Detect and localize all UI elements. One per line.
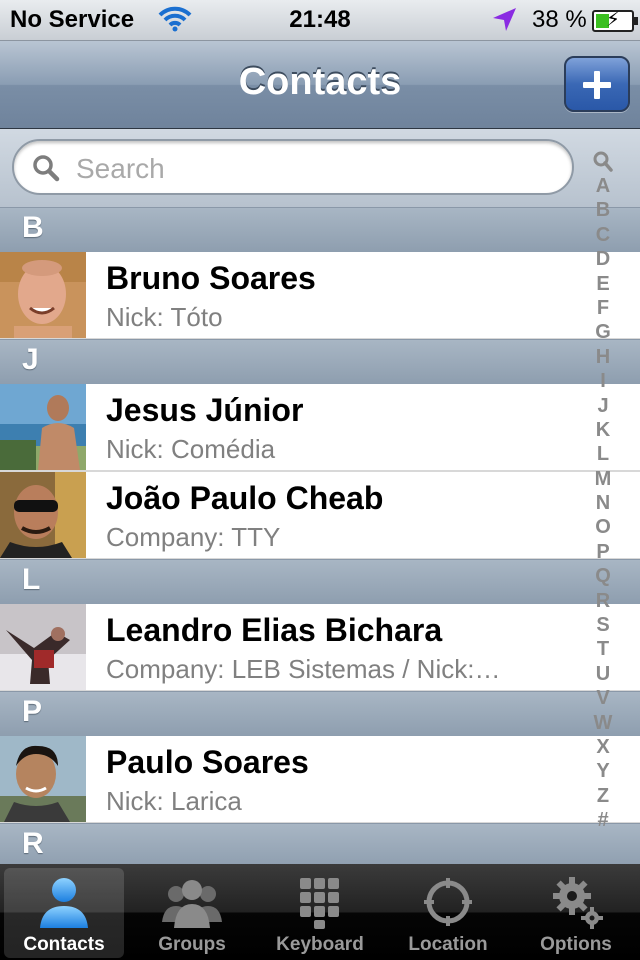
search-field[interactable] [12,139,574,195]
tab-bar: Contacts Groups Keyboard Location Option… [0,864,640,960]
crosshair-icon [424,878,472,926]
contact-name: Jesus Júnior [106,392,304,428]
index-letter[interactable]: S [588,613,618,637]
battery-percent: 38 % [532,6,587,33]
section-letter: J [22,343,39,376]
page-title: Contacts [238,61,402,103]
index-letter[interactable]: N [588,491,618,515]
index-letter[interactable]: L [588,442,618,466]
index-letter[interactable]: F [588,296,618,320]
section-header-j: J [0,339,640,384]
contact-name: João Paulo Cheab [106,480,384,516]
contact-name: Paulo Soares [106,744,309,780]
contact-detail: Nick: Comédia [106,434,276,464]
contact-name: Leandro Elias Bichara [106,612,443,648]
index-letter[interactable]: J [588,394,618,418]
status-bar: No Service 21:48 38 % ⚡ [0,0,640,41]
tab-label: Keyboard [276,934,364,955]
magnifier-icon [33,155,60,182]
index-letter[interactable]: X [588,735,618,759]
search-input[interactable] [74,149,558,189]
gears-icon [553,877,603,929]
index-letter[interactable]: D [588,247,618,271]
person-icon [40,878,88,928]
tab-groups[interactable]: Groups [132,868,252,958]
contact-row[interactable]: Leandro Elias Bichara Company: LEB Siste… [0,604,640,692]
search-bar [0,129,640,208]
contact-detail: Company: TTY [106,522,281,552]
index-letter[interactable]: Q [588,564,618,588]
contact-detail: Nick: Larica [106,786,242,816]
section-letter: R [22,827,44,860]
index-letter[interactable]: P [588,540,618,564]
tab-contacts[interactable]: Contacts [4,868,124,958]
contact-row[interactable]: Paulo Soares Nick: Larica [0,736,640,824]
index-letter[interactable]: T [588,637,618,661]
battery-nub [634,17,638,25]
index-letter[interactable]: V [588,686,618,710]
section-letter: L [22,563,41,596]
contact-detail: Company: LEB Sistemas / Nick:… [106,654,501,684]
index-letter[interactable]: K [588,418,618,442]
avatar [0,472,86,558]
avatar [0,384,86,470]
section-header-b: B [0,207,640,252]
avatar [0,604,86,690]
section-header-p: P [0,691,640,736]
index-letter[interactable]: E [588,272,618,296]
index-letter[interactable]: Y [588,759,618,783]
tab-label: Options [540,934,612,955]
index-letter[interactable]: Z [588,784,618,808]
contact-detail: Nick: Tóto [106,302,223,332]
tab-options[interactable]: Options [516,868,636,958]
index-letter[interactable]: C [588,223,618,247]
tab-label: Contacts [23,934,105,955]
navigation-bar: Contacts [0,41,640,129]
contact-name: Bruno Soares [106,260,316,296]
contact-row[interactable]: Bruno Soares Nick: Tóto [0,252,640,340]
index-search-icon[interactable] [592,150,614,174]
charging-bolt-icon: ⚡ [605,9,621,31]
section-header-l: L [0,559,640,604]
section-index[interactable]: A B C D E F G H I J K L M N O P Q R S T U V W X Y Z # [588,150,618,833]
index-letter[interactable]: R [588,589,618,613]
tab-label: Groups [158,934,226,955]
index-letter[interactable]: # [588,808,618,832]
tab-keyboard[interactable]: Keyboard [260,868,380,958]
battery-icon: ⚡ [592,9,638,32]
tab-location[interactable]: Location [388,868,508,958]
index-letter[interactable]: H [588,345,618,369]
section-letter: B [22,211,44,244]
index-letter[interactable]: B [588,198,618,222]
group-icon [162,880,222,928]
index-letter[interactable]: G [588,320,618,344]
contact-row[interactable]: João Paulo Cheab Company: TTY [0,472,640,560]
add-contact-button[interactable] [564,56,630,112]
tab-label: Location [408,934,488,955]
plus-icon-vertical [594,71,600,99]
location-arrow-icon [490,6,518,41]
section-letter: P [22,695,43,728]
index-letter[interactable]: I [588,369,618,393]
index-letter[interactable]: M [588,467,618,491]
avatar [0,736,86,822]
contact-row[interactable]: Jesus Júnior Nick: Comédia [0,384,640,472]
index-letter[interactable]: W [588,711,618,735]
index-letter[interactable]: A [588,174,618,198]
avatar [0,252,86,338]
keypad-icon [300,878,339,929]
index-letter[interactable]: O [588,515,618,539]
section-header-r: R [0,823,640,868]
index-letter[interactable]: U [588,662,618,686]
